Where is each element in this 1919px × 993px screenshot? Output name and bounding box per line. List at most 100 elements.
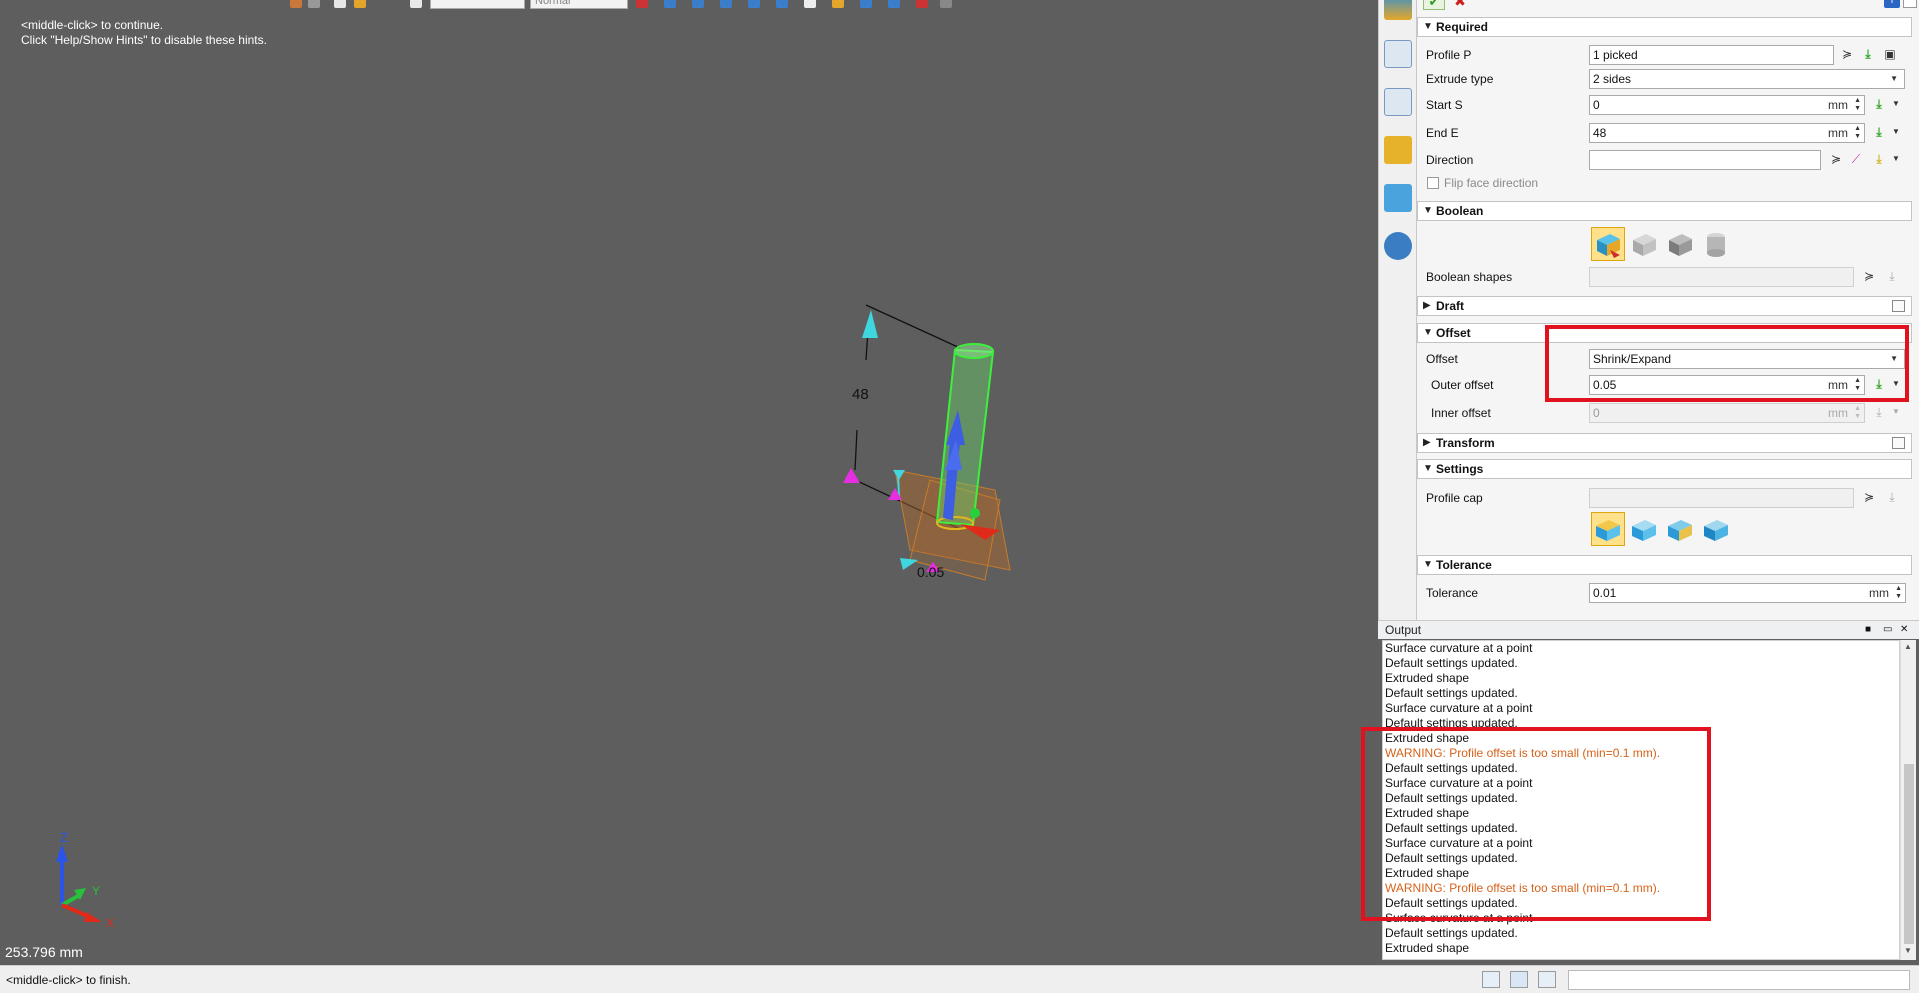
axis-triad: Z Y X — [56, 830, 114, 930]
pick-arrow-icon[interactable]: ⤓ — [1885, 490, 1899, 504]
spinner-icon[interactable]: ▲ ▼ — [1854, 377, 1861, 393]
section-title: Boolean — [1436, 204, 1484, 218]
section-transform[interactable]: ▶ Transform — [1417, 433, 1912, 453]
image-tab-icon[interactable] — [1384, 184, 1412, 212]
offset-type-select[interactable]: Shrink/Expand ▼ — [1589, 349, 1905, 369]
pick-arrow-icon[interactable]: ⤓ — [1861, 47, 1875, 61]
ok-button[interactable]: ✔ — [1423, 0, 1445, 10]
pick-arrow-icon[interactable]: ⤓ — [1872, 125, 1886, 139]
x-axis-label: X — [106, 916, 114, 930]
spinner-icon[interactable]: ▲ ▼ — [1854, 97, 1861, 113]
pick-arrow-icon[interactable]: ⤓ — [1885, 269, 1899, 283]
expand-chevron-icon[interactable]: ≽ — [1862, 490, 1876, 504]
extrude-type-value: 2 sides — [1593, 72, 1632, 86]
expand-chevron-icon[interactable]: ≽ — [1829, 152, 1843, 166]
cancel-button[interactable]: ✖ — [1449, 0, 1471, 10]
section-tolerance[interactable]: ▼ Tolerance — [1417, 555, 1912, 575]
output-log[interactable]: Surface curvature at a point Default sett… — [1382, 640, 1900, 960]
dropdown-arrow-icon[interactable]: ▼ — [1889, 377, 1903, 391]
flip-face-checkbox[interactable] — [1427, 177, 1439, 189]
tolerance-value: 0.01 — [1593, 586, 1617, 600]
pick-arrow-icon[interactable]: ⤓ — [1872, 152, 1886, 166]
dock-icon[interactable]: ■ — [1865, 625, 1875, 635]
collapse-triangle-icon: ▼ — [1423, 327, 1433, 338]
profile-field[interactable]: 1 picked — [1589, 45, 1834, 65]
boolean-remove-icon — [1669, 234, 1692, 256]
end-input[interactable]: 48 mm ▲ ▼ — [1589, 123, 1865, 143]
spinner-icon[interactable]: ▲ ▼ — [1854, 125, 1861, 141]
cap-end-button[interactable] — [1663, 512, 1697, 546]
tolerance-input[interactable]: 0.01 mm ▲ ▼ — [1589, 583, 1906, 603]
section-options-icon[interactable] — [1892, 300, 1905, 312]
pick-arrow-icon[interactable]: ⤓ — [1872, 377, 1886, 391]
section-offset[interactable]: ▼ Offset — [1417, 323, 1912, 343]
direction-vector-icon[interactable]: ⟋ — [1849, 152, 1863, 166]
inner-offset-input[interactable]: 0 mm ▲ ▼ — [1589, 403, 1865, 423]
section-boolean[interactable]: ▼ Boolean — [1417, 201, 1912, 221]
panel-command-bar: ✔ ✖ i — [1417, 0, 1919, 12]
cap-none-button[interactable] — [1699, 512, 1733, 546]
end-row: End E 48 mm ▲ ▼ ⤓ ▼ — [1417, 122, 1912, 144]
cap-start-button[interactable] — [1627, 512, 1661, 546]
section-settings[interactable]: ▼ Settings — [1417, 459, 1912, 479]
start-input[interactable]: 0 mm ▲ ▼ — [1589, 95, 1865, 115]
info-icon: i — [1890, 0, 1894, 6]
tolerance-unit: mm — [1869, 586, 1889, 600]
boolean-remove-button[interactable] — [1663, 227, 1697, 261]
scroll-thumb[interactable] — [1904, 764, 1914, 944]
status-input[interactable] — [1568, 970, 1910, 990]
scroll-down-icon[interactable]: ▼ — [1904, 946, 1912, 955]
boolean-add-button[interactable] — [1627, 227, 1661, 261]
panel-options-button[interactable] — [1903, 0, 1917, 8]
outer-offset-label: Outer offset — [1431, 378, 1494, 392]
flip-face-label: Flip face direction — [1444, 176, 1539, 190]
spinner-icon[interactable]: ▲ ▼ — [1895, 585, 1902, 601]
pick-arrow-icon[interactable]: ⤓ — [1872, 97, 1886, 111]
spinner-icon[interactable]: ▲ ▼ — [1854, 405, 1861, 421]
boolean-base-button[interactable] — [1591, 227, 1625, 261]
expand-chevron-icon[interactable]: ≽ — [1840, 47, 1854, 61]
part-tab-icon[interactable] — [1384, 136, 1412, 164]
status-display-icon[interactable] — [1510, 971, 1528, 988]
info-button[interactable]: i — [1884, 0, 1900, 8]
section-required[interactable]: ▼ Required — [1417, 17, 1912, 37]
output-title: Output — [1385, 623, 1422, 637]
scale-readout: 253.796 mm — [5, 944, 83, 960]
3d-viewport[interactable]: Normal <middle-click> to continue. Click… — [0, 0, 1378, 965]
dropdown-arrow-icon[interactable]: ▼ — [1889, 405, 1903, 419]
feature-tab-icon[interactable] — [1384, 0, 1412, 20]
cap-both-button[interactable] — [1591, 512, 1625, 546]
dimension-offset-label[interactable]: 0.05 — [917, 564, 944, 580]
user-tab-icon[interactable] — [1384, 232, 1412, 260]
dimension-height-label[interactable]: 48 — [852, 386, 869, 403]
boolean-shapes-field[interactable] — [1589, 267, 1854, 287]
output-scrollbar[interactable]: ▲ ▼ — [1900, 640, 1916, 960]
list-options-icon[interactable]: ▣ — [1883, 47, 1897, 61]
expand-chevron-icon[interactable]: ≽ — [1862, 269, 1876, 283]
output-line: Extruded shape — [1385, 806, 1470, 820]
cap-both-icon — [1596, 520, 1620, 541]
output-line: Default settings updated. — [1385, 686, 1518, 700]
extrude-type-select[interactable]: 2 sides ▼ — [1589, 69, 1905, 89]
boolean-intersect-button[interactable] — [1699, 227, 1733, 261]
assembly-tab-icon[interactable] — [1384, 88, 1412, 116]
tolerance-label: Tolerance — [1426, 586, 1479, 600]
section-draft[interactable]: ▶ Draft — [1417, 296, 1912, 316]
extrude-preview[interactable]: 48 0.05 — [0, 0, 1378, 965]
history-tab-icon[interactable] — [1384, 40, 1412, 68]
profile-cap-row: Profile cap ≽ ⤓ — [1417, 487, 1912, 509]
dropdown-arrow-icon[interactable]: ▼ — [1889, 97, 1903, 111]
direction-field[interactable] — [1589, 150, 1821, 170]
dropdown-arrow-icon[interactable]: ▼ — [1889, 125, 1903, 139]
output-line: Default settings updated. — [1385, 896, 1518, 910]
section-options-icon[interactable] — [1892, 437, 1905, 449]
restore-icon[interactable]: ▭ — [1883, 625, 1893, 635]
scroll-up-icon[interactable]: ▲ — [1904, 642, 1912, 651]
status-toggle-icon[interactable] — [1482, 971, 1500, 988]
close-icon[interactable]: ✕ — [1900, 625, 1910, 635]
status-panel-icon[interactable] — [1538, 971, 1556, 988]
outer-offset-input[interactable]: 0.05 mm ▲ ▼ — [1589, 375, 1865, 395]
pick-arrow-icon[interactable]: ⤓ — [1872, 405, 1886, 419]
profile-cap-field[interactable] — [1589, 488, 1854, 508]
dropdown-arrow-icon[interactable]: ▼ — [1889, 152, 1903, 166]
